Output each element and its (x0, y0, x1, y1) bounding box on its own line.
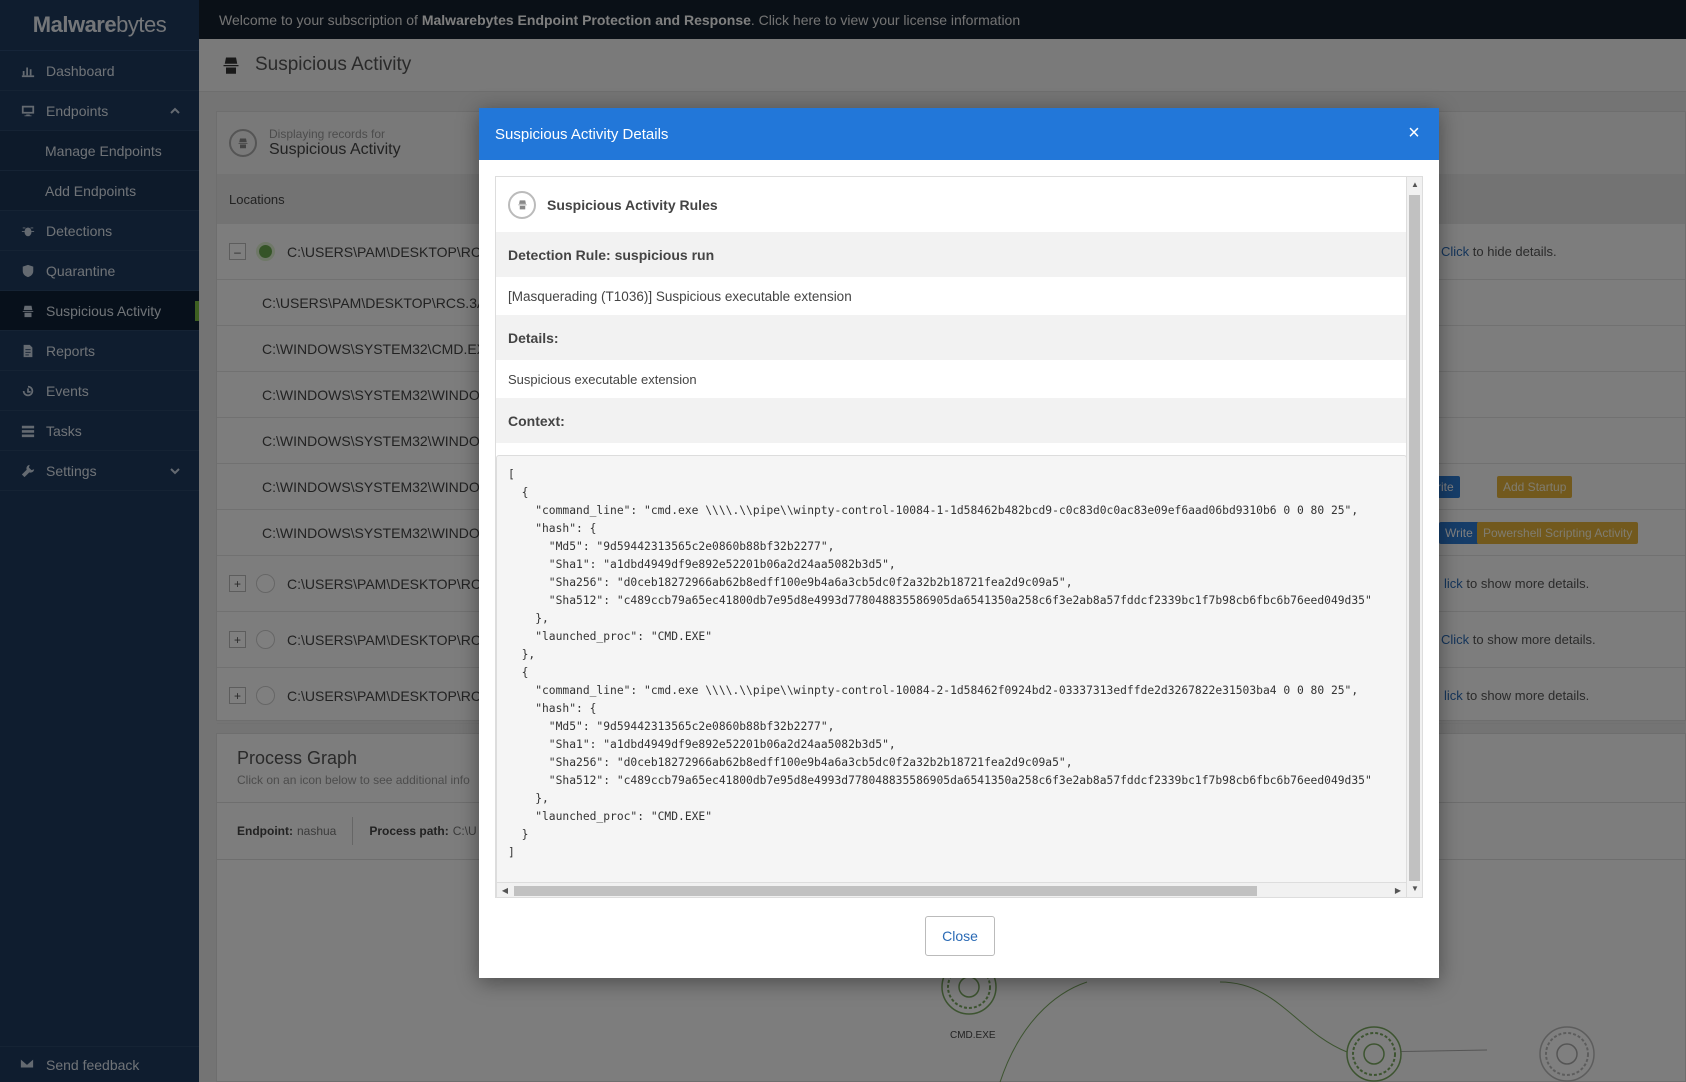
scroll-up-icon[interactable]: ▲ (1410, 180, 1420, 190)
details-label: Details: (496, 315, 1407, 360)
suspicious-activity-details-modal: Suspicious Activity Details × Suspicious… (479, 108, 1439, 978)
rules-header: Suspicious Activity Rules (496, 177, 1407, 232)
technique-text: [Masquerading (T1036)] Suspicious execut… (496, 277, 1407, 315)
scroll-left-icon[interactable]: ◀ (500, 886, 510, 896)
close-button[interactable]: Close (925, 916, 995, 956)
scroll-right-icon[interactable]: ▶ (1393, 886, 1403, 896)
context-code-block[interactable]: [ { "command_line": "cmd.exe \\\\.\\pipe… (496, 455, 1407, 897)
rules-panel: Suspicious Activity Rules Detection Rule… (496, 177, 1407, 443)
modal-header: Suspicious Activity Details × (479, 108, 1439, 160)
details-value: Suspicious executable extension (496, 360, 1407, 398)
modal-body[interactable]: Suspicious Activity Rules Detection Rule… (495, 176, 1423, 898)
scroll-down-icon[interactable]: ▼ (1410, 884, 1420, 894)
scroll-thumb[interactable] (1409, 195, 1420, 881)
close-icon[interactable]: × (1403, 122, 1425, 144)
scroll-thumb[interactable] (514, 886, 1257, 896)
vertical-scrollbar[interactable]: ▲ ▼ (1406, 177, 1422, 897)
context-json: [ { "command_line": "cmd.exe \\\\.\\pipe… (508, 468, 1372, 859)
modal-title: Suspicious Activity Details (495, 125, 669, 143)
horizontal-scrollbar[interactable]: ◀ ▶ (497, 882, 1406, 897)
rules-title: Suspicious Activity Rules (547, 196, 718, 213)
context-label: Context: (496, 398, 1407, 443)
spy-icon (508, 190, 536, 219)
detection-rule: Detection Rule: suspicious run (496, 232, 1407, 277)
